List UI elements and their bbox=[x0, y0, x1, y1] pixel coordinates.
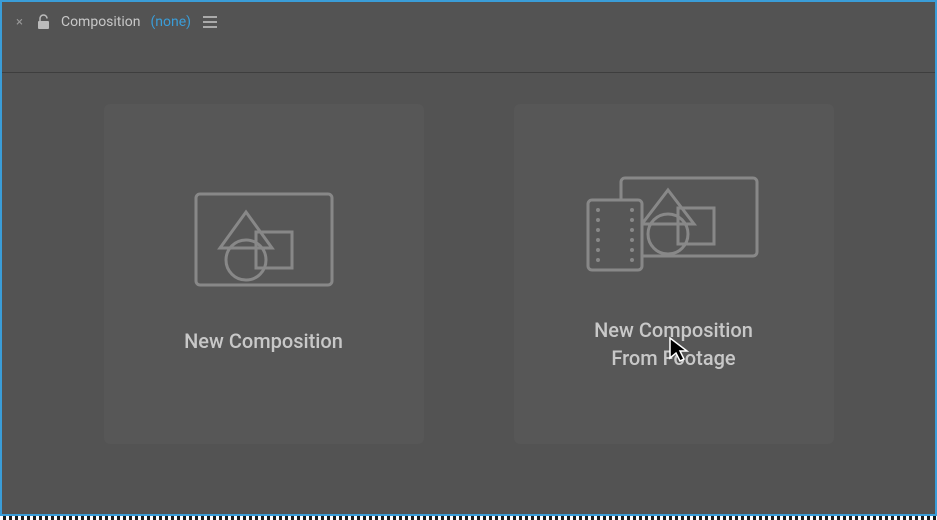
composition-icon bbox=[194, 192, 334, 287]
new-composition-from-footage-label: New Composition From Footage bbox=[594, 316, 753, 372]
panel-menu-icon[interactable] bbox=[203, 16, 217, 28]
tab-composition-name: (none) bbox=[151, 14, 192, 30]
close-icon[interactable]: × bbox=[12, 15, 27, 30]
new-composition-from-footage-button[interactable]: New Composition From Footage bbox=[514, 104, 834, 444]
tab-bar: × Composition (none) bbox=[2, 2, 935, 42]
new-composition-button[interactable]: New Composition bbox=[104, 104, 424, 444]
composition-from-footage-icon bbox=[586, 176, 761, 276]
composition-panel: × Composition (none) bbox=[0, 0, 937, 516]
new-composition-label: New Composition bbox=[184, 327, 343, 355]
unlock-icon[interactable] bbox=[37, 14, 51, 30]
content-area: New Composition bbox=[2, 73, 935, 514]
bottom-border bbox=[0, 516, 937, 520]
tab-title[interactable]: Composition bbox=[61, 14, 141, 30]
